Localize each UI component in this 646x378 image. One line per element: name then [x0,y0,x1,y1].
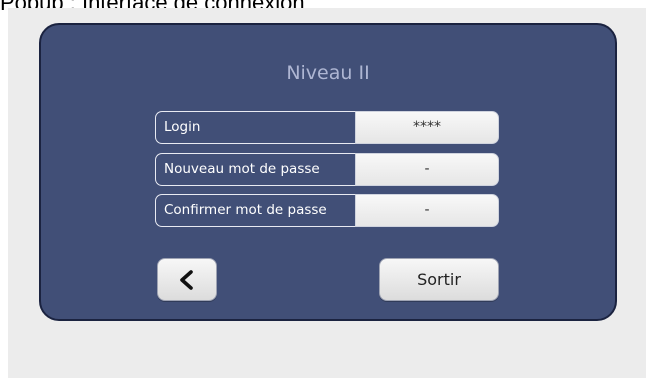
new-password-input[interactable]: - [355,153,499,186]
login-input[interactable]: **** [355,111,499,144]
confirm-password-row: Confirmer mot de passe - [155,194,499,227]
chevron-left-icon [180,270,193,290]
new-password-label: Nouveau mot de passe [155,153,355,186]
confirm-password-input[interactable]: - [355,194,499,227]
login-label: Login [155,111,355,144]
exit-button[interactable]: Sortir [379,258,499,301]
back-button[interactable] [157,258,217,301]
login-row: Login **** [155,111,499,144]
popup-title: Niveau II [286,62,370,84]
confirm-password-label: Confirmer mot de passe [155,194,355,227]
new-password-row: Nouveau mot de passe - [155,153,499,186]
